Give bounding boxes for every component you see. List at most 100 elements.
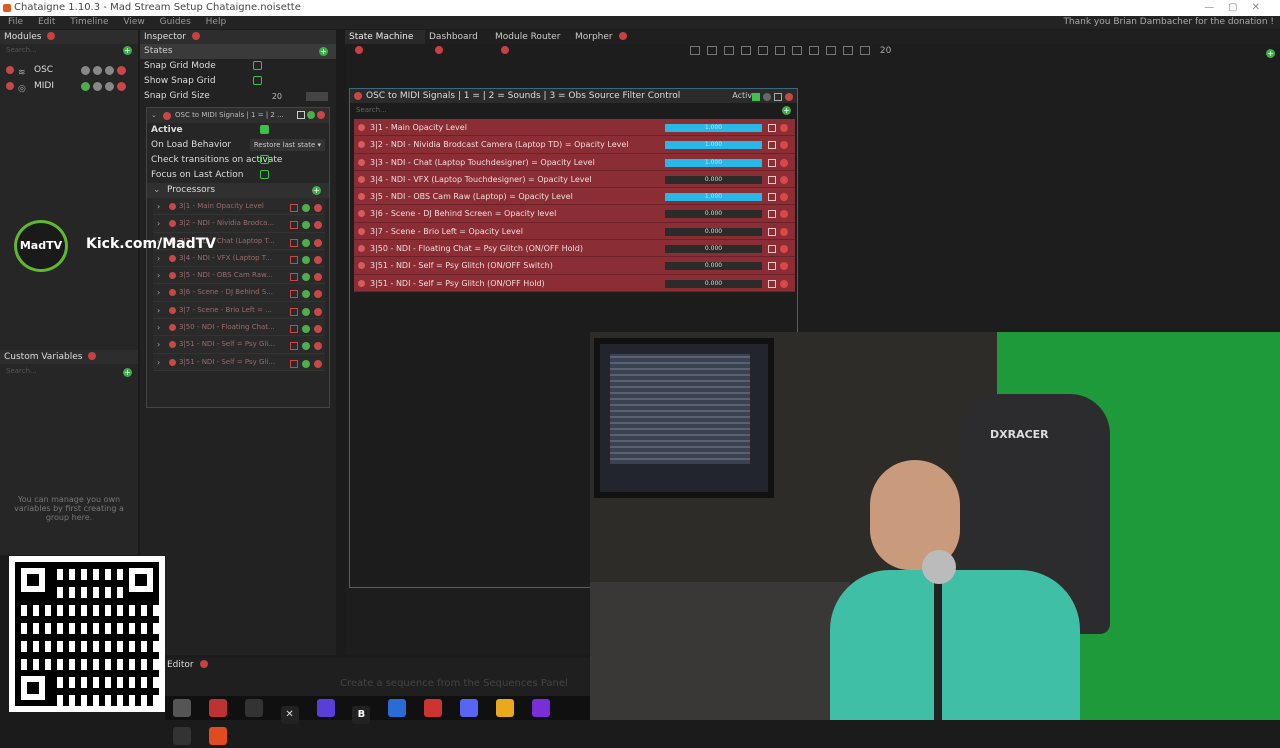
action-row[interactable]: 3|51 - NDI - Self = Psy Glitch (ON/OFF H… bbox=[354, 274, 795, 292]
align-center-icon[interactable] bbox=[707, 46, 717, 55]
distribute-v-icon[interactable] bbox=[809, 46, 819, 55]
record-app-icon[interactable] bbox=[424, 699, 443, 717]
close-app-icon[interactable]: ✕ bbox=[280, 706, 299, 724]
snap-grid-size-input[interactable]: 20 bbox=[272, 89, 282, 104]
tab-dashboard[interactable]: Dashboard bbox=[425, 30, 491, 54]
remove-icon[interactable] bbox=[314, 238, 322, 247]
module-item-osc[interactable]: ≋ OSC bbox=[0, 62, 138, 78]
snap-grid-mode-checkbox[interactable] bbox=[253, 61, 262, 70]
grid-size-value[interactable]: 20 bbox=[880, 46, 891, 56]
action-toggle-icon[interactable] bbox=[768, 193, 776, 202]
brave-icon[interactable] bbox=[208, 727, 227, 745]
remove-icon[interactable] bbox=[314, 342, 322, 351]
remove-action-icon[interactable] bbox=[780, 245, 788, 254]
enable-icon[interactable] bbox=[302, 204, 310, 212]
enable-icon[interactable] bbox=[306, 111, 315, 119]
b-app-icon[interactable]: B bbox=[352, 706, 371, 724]
tab-morpher[interactable]: Morpher bbox=[571, 30, 641, 44]
remove-icon[interactable] bbox=[785, 93, 793, 101]
action-row[interactable]: 3|2 - NDI - Nividia Brodcast Camera (Lap… bbox=[354, 136, 795, 154]
close-icon[interactable] bbox=[199, 659, 208, 668]
chevron-right-icon[interactable]: › bbox=[157, 302, 160, 319]
lock-icon[interactable] bbox=[93, 66, 102, 75]
window-controls[interactable]: —▢✕ bbox=[1204, 0, 1274, 16]
action-toggle-icon[interactable] bbox=[768, 141, 776, 150]
diamond-app-icon[interactable] bbox=[388, 699, 407, 717]
action-toggle-icon[interactable] bbox=[768, 124, 776, 132]
processor-item[interactable]: › 3|6 - Scene - DJ Behind S... bbox=[153, 284, 325, 302]
close-icon[interactable] bbox=[355, 45, 363, 54]
remove-icon[interactable] bbox=[314, 290, 322, 299]
enable-icon[interactable] bbox=[302, 255, 310, 264]
add-state-canvas-icon[interactable]: + bbox=[1266, 49, 1275, 58]
grid-app-icon[interactable] bbox=[316, 699, 335, 717]
toggle-icon[interactable] bbox=[290, 342, 298, 351]
menu-edit[interactable]: Edit bbox=[38, 17, 55, 27]
remove-action-icon[interactable] bbox=[780, 279, 788, 288]
enable-icon[interactable] bbox=[302, 342, 310, 351]
custom-variables-tab[interactable]: Custom Variables bbox=[0, 350, 138, 364]
sequence-editor-tab[interactable]: Editor bbox=[165, 658, 590, 672]
enable-icon[interactable] bbox=[302, 359, 310, 368]
settings-icon[interactable] bbox=[93, 82, 102, 91]
add-state-icon[interactable]: + bbox=[319, 47, 328, 56]
toggle-icon[interactable] bbox=[296, 111, 305, 119]
toggle-icon[interactable] bbox=[290, 359, 298, 368]
chevron-right-icon[interactable]: › bbox=[157, 354, 160, 371]
toggle-icon[interactable] bbox=[105, 66, 114, 75]
close-icon[interactable] bbox=[435, 45, 443, 54]
close-icon[interactable] bbox=[47, 31, 56, 40]
action-value-slider[interactable]: 0.000 bbox=[665, 279, 762, 288]
remove-action-icon[interactable] bbox=[780, 175, 788, 184]
grid-toggle-icon[interactable] bbox=[860, 46, 870, 55]
action-toggle-icon[interactable] bbox=[768, 175, 776, 184]
menu-view[interactable]: View bbox=[123, 17, 144, 27]
action-value-slider[interactable]: 1.000 bbox=[665, 193, 762, 202]
toggle-icon[interactable] bbox=[290, 290, 298, 299]
tab-module-router[interactable]: Module Router bbox=[491, 30, 571, 54]
action-row[interactable]: 3|3 - NDI - Chat (Laptop Touchdesigner) … bbox=[354, 153, 795, 171]
action-value-slider[interactable]: 0.000 bbox=[665, 210, 762, 219]
module-item-midi[interactable]: ◎ MIDI bbox=[0, 78, 138, 94]
chevron-down-icon[interactable]: ⌄ bbox=[151, 108, 157, 123]
lock-icon[interactable] bbox=[105, 82, 114, 91]
action-toggle-icon[interactable] bbox=[768, 210, 776, 219]
toggle-icon[interactable] bbox=[290, 238, 298, 247]
remove-action-icon[interactable] bbox=[780, 227, 788, 236]
align-bottom-icon[interactable] bbox=[775, 46, 785, 55]
action-row[interactable]: 3|5 - NDI - OBS Cam Raw (Laptop) = Opaci… bbox=[354, 188, 795, 206]
action-value-slider[interactable]: 1.000 bbox=[665, 158, 762, 167]
action-value-slider[interactable]: 0.000 bbox=[665, 245, 762, 254]
remove-icon[interactable] bbox=[317, 111, 325, 119]
menu-help[interactable]: Help bbox=[206, 17, 227, 27]
close-icon[interactable] bbox=[501, 45, 509, 54]
check-transitions-checkbox[interactable] bbox=[260, 155, 269, 164]
action-toggle-icon[interactable] bbox=[768, 227, 776, 236]
toggle-icon[interactable] bbox=[290, 307, 298, 316]
align-top-icon[interactable] bbox=[741, 46, 751, 55]
close-icon[interactable] bbox=[191, 31, 200, 40]
modules-search-input[interactable]: Search... bbox=[6, 46, 37, 54]
toggle-icon[interactable] bbox=[290, 273, 298, 282]
tab-state-machine[interactable]: State Machine bbox=[345, 30, 425, 54]
remove-action-icon[interactable] bbox=[780, 193, 788, 202]
processor-item[interactable]: › 3|51 - NDI - Self = Psy Gli... bbox=[153, 336, 325, 354]
chevron-right-icon[interactable]: › bbox=[157, 284, 160, 301]
discord-icon[interactable] bbox=[460, 699, 478, 717]
action-toggle-icon[interactable] bbox=[768, 245, 776, 254]
toggle-icon[interactable] bbox=[290, 325, 298, 334]
remove-icon[interactable] bbox=[314, 273, 322, 282]
processor-item[interactable]: › 3|7 - Scene - Brio Left = ... bbox=[153, 301, 325, 320]
chevron-right-icon[interactable]: › bbox=[157, 336, 160, 353]
action-value-slider[interactable]: 0.000 bbox=[665, 262, 762, 271]
distribute-h-icon[interactable] bbox=[792, 46, 802, 55]
chevron-right-icon[interactable]: › bbox=[157, 319, 160, 336]
close-icon[interactable] bbox=[88, 351, 97, 360]
chrome-icon[interactable] bbox=[495, 699, 514, 717]
align-right-icon[interactable] bbox=[724, 46, 734, 55]
enable-icon[interactable] bbox=[302, 307, 310, 316]
terminal-icon[interactable] bbox=[173, 727, 191, 745]
remove-action-icon[interactable] bbox=[780, 124, 788, 132]
action-row[interactable]: 3|4 - NDI - VFX (Laptop Touchdesigner) =… bbox=[354, 170, 795, 189]
processor-item[interactable]: › 3|50 - NDI - Floating Chat... bbox=[153, 319, 325, 337]
